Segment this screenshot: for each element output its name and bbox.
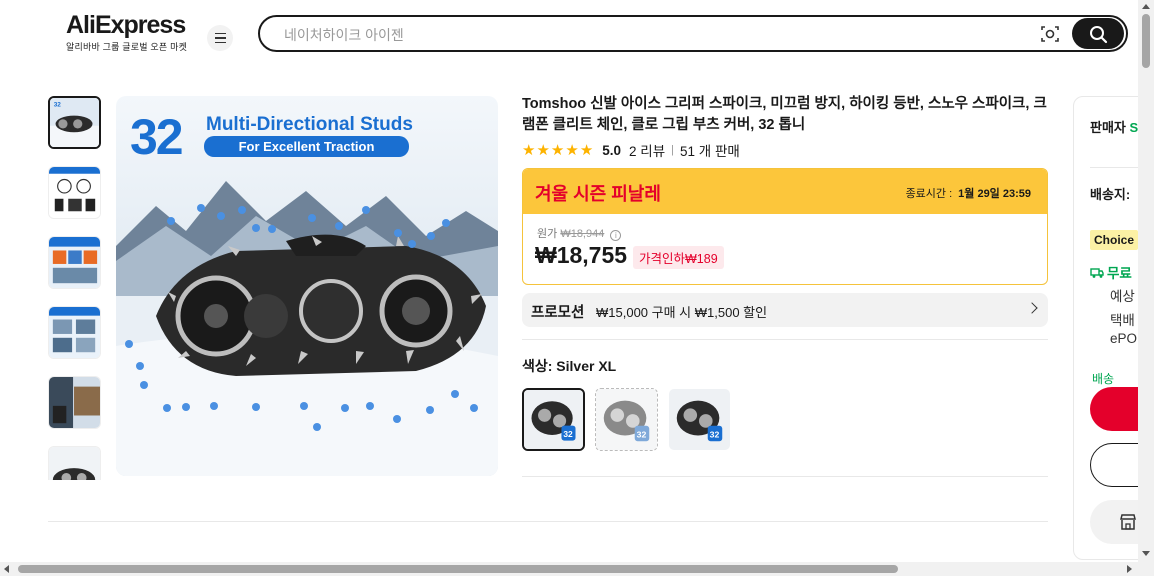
carrier-info: ePO — [1110, 331, 1138, 346]
site-header: AliExpress 알리바바 그룹 글로벌 오픈 마켓 네이처하이크 아이젠 — [0, 0, 1140, 70]
sold-count: 51 개 판매 — [680, 144, 740, 159]
current-price: ₩18,755 — [535, 242, 628, 268]
variant-option-1[interactable]: 32 — [522, 388, 585, 451]
variant-option-3[interactable]: 32 — [668, 388, 731, 451]
thumbnail-5[interactable] — [48, 376, 101, 429]
logo-text: AliExpress — [66, 11, 186, 39]
scroll-down-icon[interactable] — [1142, 551, 1150, 556]
divider — [522, 339, 1048, 340]
thumbnail-2[interactable] — [48, 166, 101, 219]
choice-badge: Choice — [1090, 230, 1139, 250]
original-price-value: ₩18,944 — [560, 228, 605, 240]
thumbnail-4[interactable] — [48, 306, 101, 359]
shipping-to-label[interactable]: 배송지: — [1090, 184, 1130, 203]
delivery-estimate: 예상 — [1110, 289, 1135, 304]
truck-icon — [1090, 268, 1104, 278]
image-subtitle: For Excellent Traction — [204, 136, 409, 157]
rating-score: 5.0 — [602, 142, 622, 158]
thumbnail-list: 32 — [48, 96, 102, 480]
image-number: 32 — [130, 109, 184, 165]
menu-button[interactable] — [207, 25, 233, 51]
scroll-up-icon[interactable] — [1142, 4, 1150, 9]
free-shipping: 무료 — [1090, 262, 1132, 282]
star-icon: ★ — [579, 142, 594, 159]
vertical-scrollbar[interactable] — [1138, 0, 1154, 576]
horizontal-scrollbar[interactable] — [0, 562, 1138, 576]
store-icon — [1120, 514, 1136, 530]
promotion-title: 프로모션 — [531, 305, 585, 321]
review-count[interactable]: 2 리뷰 — [629, 140, 665, 160]
thumbnail-6[interactable] — [48, 446, 101, 480]
svg-text:32: 32 — [563, 429, 573, 439]
thumbnail-1[interactable]: 32 — [48, 96, 101, 149]
search-button[interactable] — [1072, 18, 1124, 49]
color-variants: 32 32 32 — [522, 388, 741, 451]
search-input[interactable]: 네이처하이크 아이젠 — [284, 25, 404, 45]
scroll-right-icon[interactable] — [1127, 565, 1132, 573]
divider — [522, 476, 1048, 477]
color-label: 색상: Silver XL — [522, 358, 617, 374]
svg-text:32: 32 — [710, 429, 720, 439]
sale-banner: 겨울 시즌 피날레 종료시간 :1월 29일 23:59 — [523, 169, 1047, 214]
star-icon: ★ — [536, 142, 550, 159]
logo-subtitle: 알리바바 그룹 글로벌 오픈 마켓 — [66, 42, 188, 52]
seller-label[interactable]: 판매자 S — [1090, 117, 1138, 136]
star-icon: ★ — [522, 142, 536, 159]
info-icon[interactable]: i — [610, 230, 622, 241]
search-bar[interactable]: 네이처하이크 아이젠 — [258, 15, 1128, 52]
aliexpress-logo[interactable]: AliExpress 알리바바 그룹 글로벌 오픈 마켓 — [66, 12, 196, 53]
star-icon: ★ — [550, 142, 565, 159]
product-title: Tomshoo 신발 아이스 그리퍼 스파이크, 미끄럼 방지, 하이킹 등반,… — [522, 96, 1047, 133]
courier-info: 택배 — [1110, 313, 1135, 328]
svg-text:32: 32 — [54, 101, 62, 108]
thumbnail-3[interactable] — [48, 236, 101, 289]
promotion-text: ₩15,000 구매 시 ₩1,500 할인 — [596, 305, 768, 320]
chevron-right-icon — [1026, 302, 1038, 314]
scroll-thumb[interactable] — [18, 565, 898, 573]
camera-search-icon[interactable] — [1040, 24, 1060, 44]
rating-stars: ★ ★ ★ ★ ★ — [522, 141, 594, 159]
search-icon — [1090, 25, 1108, 43]
main-product-image[interactable]: 32 Multi-Directional Studs For Excellent… — [116, 96, 498, 476]
delivery-note: 배송 — [1092, 372, 1115, 386]
sale-title: 겨울 시즌 피날레 — [535, 184, 661, 204]
sale-end-time: 종료시간 :1월 29일 23:59 — [905, 188, 1031, 200]
promotion-row[interactable]: 프로모션 ₩15,000 구매 시 ₩1,500 할인 — [522, 293, 1048, 327]
star-icon: ★ — [565, 142, 579, 159]
image-title: Multi-Directional Studs — [206, 114, 413, 135]
rating-row[interactable]: ★ ★ ★ ★ ★ 5.0 2 리뷰 | 51 개 판매 — [522, 140, 740, 160]
original-price: 원가 ₩18,944 i — [537, 225, 622, 241]
hamburger-icon — [214, 31, 226, 45]
svg-text:32: 32 — [637, 429, 647, 439]
rating-separator: | — [671, 144, 675, 156]
scroll-thumb[interactable] — [1142, 14, 1150, 68]
discount-badge: 가격인하₩189 — [633, 246, 724, 269]
scroll-left-icon[interactable] — [4, 565, 9, 573]
divider — [48, 521, 1048, 522]
sale-price-box: 겨울 시즌 피날레 종료시간 :1월 29일 23:59 원가 ₩18,944 … — [522, 168, 1048, 285]
variant-option-2[interactable]: 32 — [595, 388, 658, 451]
